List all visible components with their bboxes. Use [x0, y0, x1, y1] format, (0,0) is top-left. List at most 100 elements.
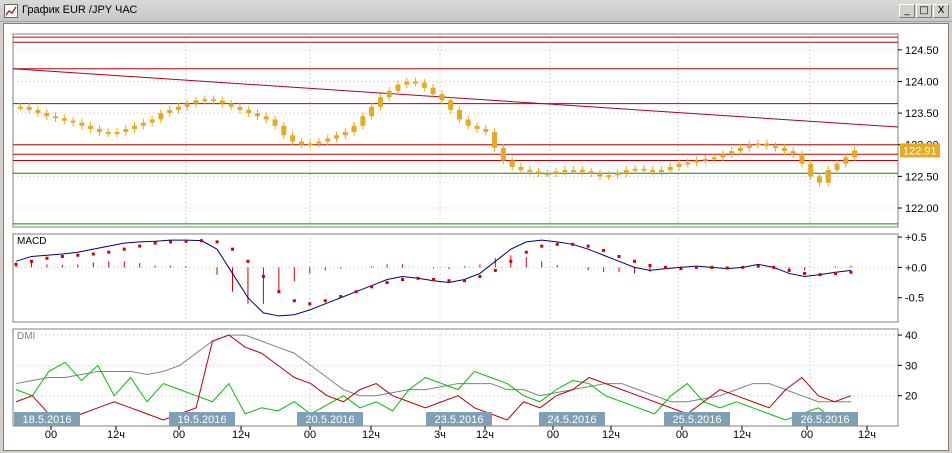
time-tick-label: 12ч [733, 429, 751, 441]
maximize-button[interactable]: □ [916, 4, 932, 18]
candle-body [615, 173, 621, 176]
macd-signal-point [230, 247, 234, 251]
macd-signal-point [246, 259, 250, 263]
price-tick-label: 122.50 [905, 171, 939, 183]
macd-signal-point [679, 267, 683, 271]
candle-body [632, 168, 638, 171]
macd-signal-point [834, 271, 838, 275]
macd-signal-point [524, 250, 528, 254]
price-tick-label: 124.00 [905, 76, 939, 88]
time-tick-label: 12ч [858, 429, 876, 441]
candle-body [571, 170, 577, 173]
candle-body [123, 128, 129, 133]
close-button[interactable]: X [933, 4, 949, 18]
macd-tick-label: +0.0 [905, 262, 927, 274]
candle-body [755, 143, 761, 146]
candle-body [35, 109, 41, 114]
candle-body [650, 170, 656, 173]
macd-signal-point [694, 265, 698, 269]
macd-signal-point [200, 239, 204, 243]
candle-body [140, 122, 146, 126]
candle-body [369, 106, 375, 117]
time-tick-label: 00 [45, 429, 57, 441]
candle-body [562, 170, 568, 173]
candle-body [219, 100, 225, 104]
candle-body [413, 81, 419, 84]
candle-body [149, 119, 155, 123]
price-panel [12, 33, 899, 228]
macd-signal-point [215, 240, 219, 244]
candle-body [623, 170, 629, 174]
candle-body [799, 154, 805, 164]
candle-body [483, 128, 489, 133]
candle-body [272, 119, 278, 126]
candle-body [781, 147, 787, 152]
date-badge-label: 20.5.2016 [306, 414, 355, 426]
macd-signal-point [586, 244, 590, 248]
date-badge-label: 18.5.2016 [23, 414, 72, 426]
candle-body [456, 109, 462, 120]
price-tick-label: 124.50 [905, 45, 939, 57]
candle-body [737, 147, 743, 152]
candle-body [527, 170, 533, 173]
macd-signal-point [354, 290, 358, 294]
candle-body [588, 171, 594, 174]
date-badge-label: 23.5.2016 [435, 414, 484, 426]
candle-body [395, 84, 401, 91]
candle-body [70, 120, 76, 123]
macd-signal-point [122, 247, 126, 251]
chart-area[interactable]: 124.50124.00123.50123.00122.50122.00122.… [3, 23, 949, 451]
macd-signal-point [138, 244, 142, 248]
candle-body [544, 173, 550, 176]
candle-body [825, 170, 831, 183]
candle-body [579, 170, 585, 173]
price-tick-label: 123.50 [905, 108, 939, 120]
macd-signal-point [555, 242, 559, 246]
candle-body [202, 99, 208, 102]
dmi-tick-label: 30 [905, 360, 917, 372]
candle-body [193, 100, 199, 104]
macd-signal-point [710, 265, 714, 269]
candle-body [254, 113, 260, 117]
candle-body [325, 138, 331, 142]
macd-signal-point [818, 273, 822, 277]
macd-label: MACD [17, 236, 46, 247]
time-tick-label: 12ч [232, 429, 250, 441]
macd-signal-point [741, 265, 745, 269]
macd-signal-point [462, 279, 466, 283]
time-tick-label: 3ч [434, 429, 446, 441]
candle-body [658, 170, 664, 173]
candle-body [606, 175, 612, 178]
chart-canvas[interactable]: 124.50124.00123.50123.00122.50122.00122.… [4, 24, 948, 450]
macd-signal-point [849, 270, 853, 274]
candle-body [184, 103, 190, 107]
candle-body [360, 116, 366, 126]
macd-signal-point [91, 252, 95, 256]
candle-body [439, 94, 445, 101]
time-tick-label: 00 [304, 429, 316, 441]
candle-body [474, 125, 480, 129]
candle-body [492, 132, 498, 148]
minimize-button[interactable]: _ [899, 4, 915, 18]
candle-body [334, 135, 340, 139]
dmi-label: DMI [17, 331, 35, 342]
time-tick-label: 00 [173, 429, 185, 441]
candle-body [175, 106, 181, 110]
candle-body [500, 147, 506, 161]
time-tick-label: 12ч [602, 429, 620, 441]
candle-body [518, 166, 524, 171]
candle-body [386, 90, 392, 98]
macd-signal-point [107, 250, 111, 254]
candle-body [307, 143, 313, 146]
candle-body [158, 113, 164, 120]
date-badge-label: 26.5.2016 [801, 414, 850, 426]
macd-signal-point [478, 274, 482, 278]
candle-body [44, 113, 50, 117]
candle-body [711, 157, 717, 160]
chart-icon [4, 4, 18, 18]
current-price-label: 122.91 [903, 145, 937, 157]
candle-body [816, 176, 822, 183]
candle-body [448, 100, 454, 110]
candle-body [773, 146, 779, 149]
macd-signal-point [540, 244, 544, 248]
